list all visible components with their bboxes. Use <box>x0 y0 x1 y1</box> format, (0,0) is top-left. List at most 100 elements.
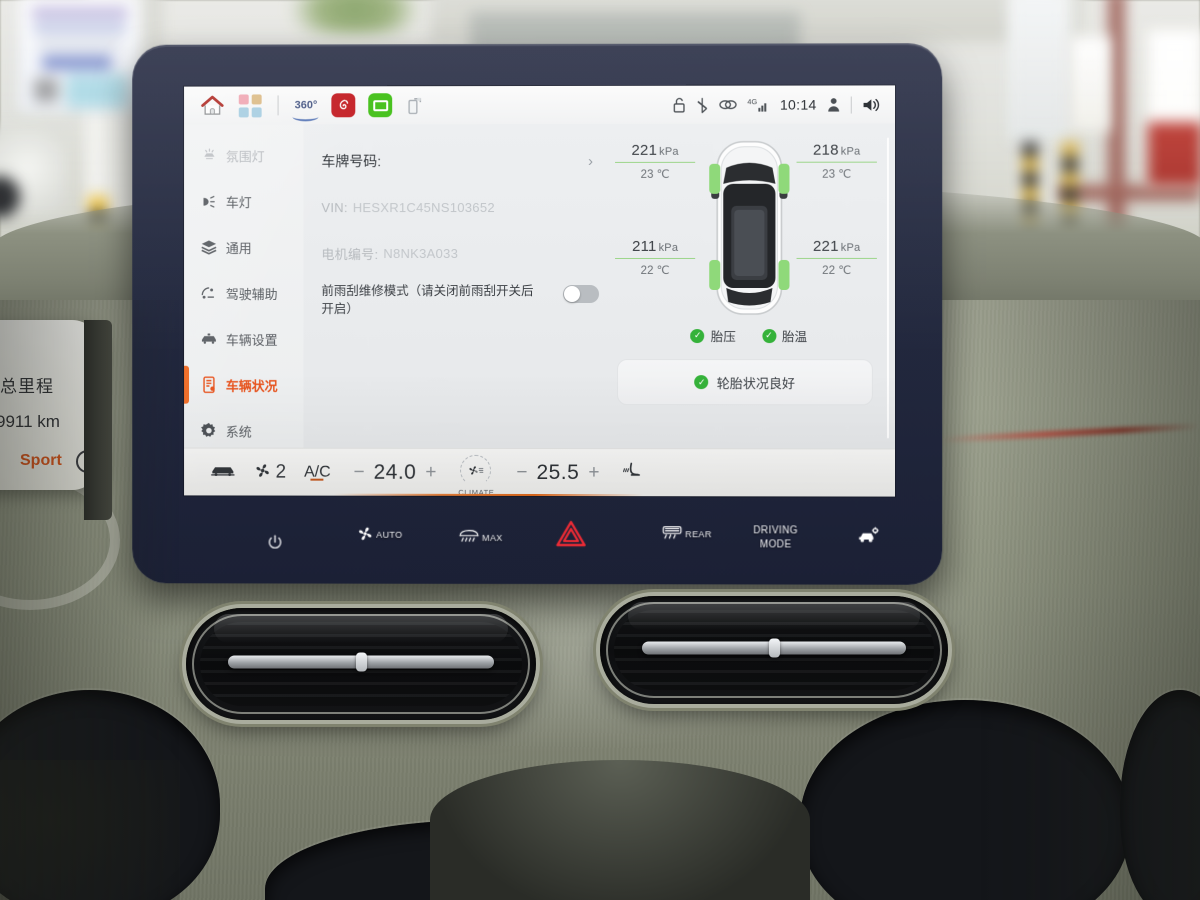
bluetooth-icon <box>697 96 709 113</box>
tire-fl-pressure: 221 <box>631 141 658 159</box>
vehicle-settings-icon <box>200 330 218 348</box>
car-settings-icon <box>857 527 879 547</box>
driver-temp-decrease[interactable]: − <box>349 461 370 483</box>
tire-status-card: ✓ 轮胎状况良好 <box>617 359 873 406</box>
camera-360-icon[interactable]: 360° <box>292 93 319 121</box>
passenger-temp-increase[interactable]: + <box>583 462 604 484</box>
tire-rr-unit: kPa <box>840 241 861 254</box>
seat-heater-icon <box>622 461 646 485</box>
passenger-temp-control: − 25.5 + <box>511 460 604 484</box>
climate-car-button[interactable] <box>210 463 236 482</box>
rear-defrost-button[interactable]: REAR <box>661 524 712 543</box>
power-button[interactable] <box>267 534 284 553</box>
driver-temp-value: 24.0 <box>373 460 417 484</box>
front-defrost-label: MAX <box>482 532 503 543</box>
passenger-temp-value: 25.5 <box>536 460 580 484</box>
driver-temp-control: − 24.0 + <box>349 460 442 484</box>
car-front-icon <box>210 463 236 482</box>
account-icon[interactable] <box>827 97 841 113</box>
tire-rear-right: 221 kPa 22 ℃ <box>790 238 882 277</box>
passenger-temp-decrease[interactable]: − <box>511 461 532 483</box>
tire-front-right: 218 kPa 23 ℃ <box>790 142 882 181</box>
home-icon[interactable] <box>200 93 225 118</box>
apps-grid-icon[interactable] <box>238 93 263 118</box>
background-window-right <box>1008 0 1070 140</box>
cluster-edge <box>84 320 112 520</box>
wiper-service-mode-row[interactable]: 前雨刮维修模式（请关闭前雨刮开关后开启） <box>321 282 600 318</box>
license-plate-row[interactable]: 车牌号码: › <box>321 138 599 184</box>
hardware-button-row: AUTO MAX REAR DRIVING MODE <box>132 505 942 584</box>
sidebar-item-general[interactable]: 通用 <box>184 224 303 270</box>
driving-mode-button[interactable]: DRIVING MODE <box>753 525 798 551</box>
center-console-trim <box>430 760 810 900</box>
tray-divider <box>277 95 279 116</box>
vin-row: VIN: HESXR1C45NS103652 <box>321 184 599 230</box>
sidebar-item-headlights[interactable]: 车灯 <box>184 178 303 224</box>
hazard-button[interactable] <box>556 520 586 549</box>
vin-label: VIN: <box>321 199 348 215</box>
front-defrost-button[interactable]: MAX <box>458 528 503 547</box>
car-settings-button[interactable] <box>857 527 879 547</box>
tire-front-left: 221 kPa 23 ℃ <box>609 142 701 181</box>
sidebar-label-vehicle-settings: 车辆设置 <box>225 332 278 348</box>
link-icon <box>719 98 738 112</box>
tire-rear-left: 211 kPa 22 ℃ <box>609 238 701 277</box>
tire-status-text: 轮胎状况良好 <box>716 375 796 391</box>
volume-icon[interactable] <box>862 96 881 113</box>
motor-label: 电机编号: <box>321 246 379 262</box>
vehicle-status-panel: 车牌号码: › VIN: HESXR1C45NS103652 电机编号: N8N… <box>303 124 895 449</box>
rear-defrost-label: REAR <box>685 528 712 539</box>
sidebar-item-vehicle-status[interactable]: 车辆状况 <box>184 362 303 408</box>
sidebar-item-vehicle-settings[interactable]: 车辆设置 <box>184 316 303 362</box>
infotainment-screen[interactable]: 360° 4G 10:14 氛围灯 车灯 通用 驾驶辅助 车辆设置 车辆状况 系… <box>184 85 896 497</box>
headlight-icon <box>200 192 218 210</box>
radio-icon[interactable] <box>368 93 393 118</box>
fan-icon <box>356 525 374 545</box>
fan-auto-label: AUTO <box>376 529 403 540</box>
layers-icon <box>200 238 218 256</box>
sidebar-item-driving-assist[interactable]: 驾驶辅助 <box>184 270 303 316</box>
legend-pressure: ✓ 胎压 <box>690 326 736 345</box>
vehicle-info-list: 车牌号码: › VIN: HESXR1C45NS103652 电机编号: N8N… <box>303 124 603 448</box>
ambient-light-icon <box>200 146 218 164</box>
air-vent-right[interactable] <box>600 596 948 704</box>
wiper-service-toggle[interactable] <box>563 284 600 304</box>
climate-control-bar: 2 A/C − 24.0 + CLIMATE − 25.5 + <box>184 447 896 497</box>
status-bar: 360° 4G 10:14 <box>184 85 896 125</box>
climate-dial-ring <box>460 454 492 486</box>
sidebar-item-ambient-light[interactable]: 氛围灯 <box>184 132 303 178</box>
tire-fl-unit: kPa <box>659 145 679 158</box>
unlock-icon <box>673 96 687 113</box>
rear-defrost-icon <box>661 524 683 543</box>
check-icon-temperature: ✓ <box>761 328 776 343</box>
legend-temperature: ✓ 胎温 <box>761 326 808 345</box>
tire-diagram: 221 kPa 23 ℃ 218 kPa 23 ℃ 211 kPa 22 ℃ 2… <box>603 132 895 325</box>
driver-temp-increase[interactable]: + <box>420 461 441 483</box>
background-plant <box>290 0 420 34</box>
vehicle-top-view <box>697 138 801 323</box>
screen-cast-icon[interactable] <box>405 93 425 117</box>
check-icon-status: ✓ <box>694 375 709 390</box>
background-poster-b <box>1070 36 1110 132</box>
content-scrollbar[interactable] <box>886 137 889 439</box>
gear-icon <box>200 422 218 440</box>
sidebar-label-ambient-light: 氛围灯 <box>225 148 265 164</box>
netease-music-icon[interactable] <box>331 93 356 118</box>
vehicle-status-icon <box>200 376 218 394</box>
tire-fr-pressure: 218 <box>812 141 839 159</box>
sidebar-label-system: 系统 <box>225 424 252 440</box>
tire-rr-pressure: 221 <box>812 237 839 255</box>
climate-dial-button[interactable]: CLIMATE <box>458 454 494 496</box>
vent-slider-left[interactable] <box>228 652 494 672</box>
legend-temperature-label: 胎温 <box>781 330 808 345</box>
license-plate-label: 车牌号码: <box>321 153 382 170</box>
fan-speed-control[interactable]: 2 <box>254 461 286 483</box>
fan-speed-value: 2 <box>275 461 287 483</box>
air-vent-left[interactable] <box>186 608 536 720</box>
ac-toggle-button[interactable]: A/C <box>304 463 331 481</box>
fan-auto-button[interactable]: AUTO <box>356 525 403 545</box>
tire-rl-pressure: 211 <box>632 237 657 255</box>
vin-value: HESXR1C45NS103652 <box>352 199 495 215</box>
vent-slider-right[interactable] <box>641 638 907 658</box>
seat-heater-button[interactable] <box>622 461 646 485</box>
